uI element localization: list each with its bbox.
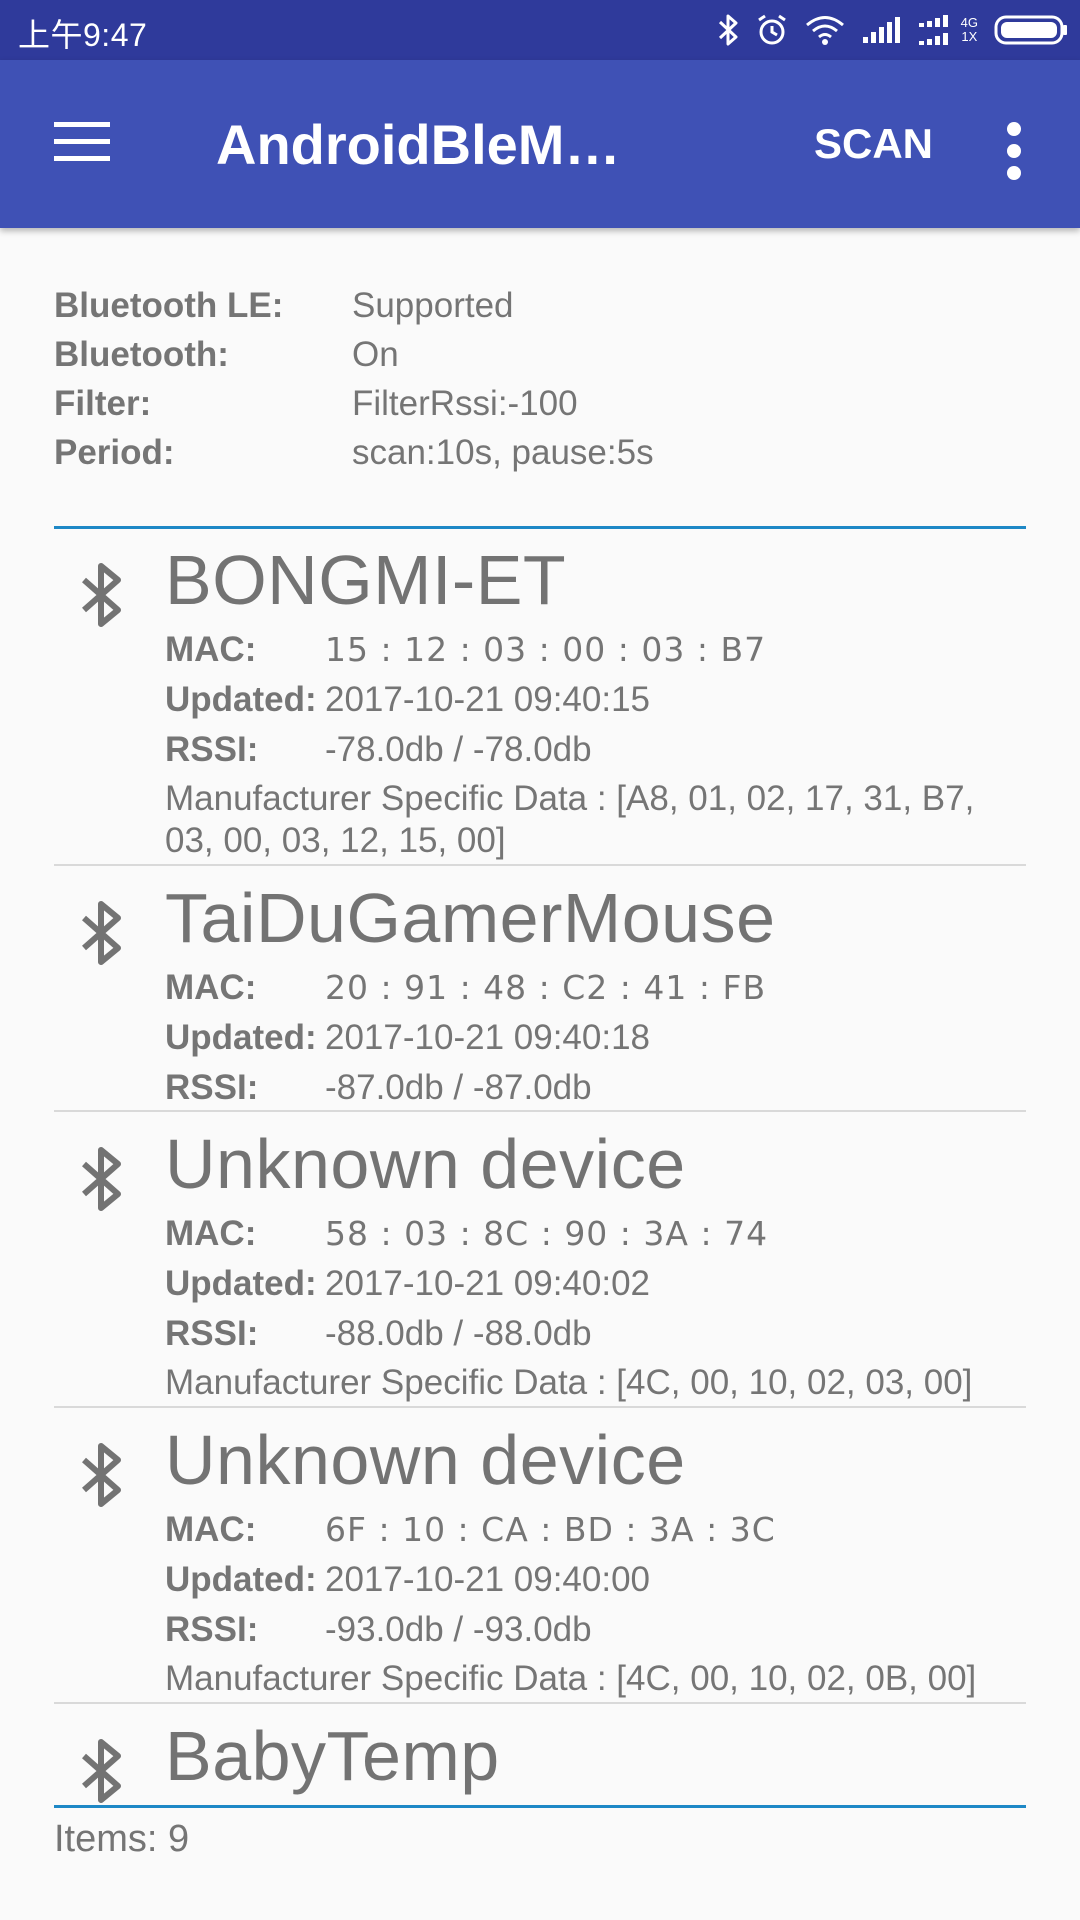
rssi-label: RSSI: [165, 1314, 259, 1353]
mac-value: 20 : 91 : 48 : C2 : 41 : FB [325, 968, 767, 1007]
bluetooth-icon [80, 1440, 124, 1515]
mac-label: MAC: [165, 630, 257, 669]
manufacturer-data: Manufacturer Specific Data : [A8, 01, 02… [165, 779, 975, 860]
hamburger-menu-icon[interactable] [50, 118, 116, 168]
info-label: Bluetooth: [54, 335, 229, 374]
list-divider [54, 1406, 1026, 1408]
updated-value: 2017-10-21 09:40:15 [325, 680, 650, 719]
list-top-divider [54, 526, 1026, 529]
mac-value: 15 : 12 : 03 : 00 : 03 : B7 [325, 630, 767, 669]
info-value: On [352, 335, 399, 374]
rssi-label: RSSI: [165, 1068, 259, 1107]
mac-label: MAC: [165, 1510, 257, 1549]
scan-button[interactable]: SCAN [814, 120, 933, 168]
app-title: AndroidBleM… [216, 113, 621, 176]
updated-value: 2017-10-21 09:40:00 [325, 1560, 650, 1599]
manufacturer-data: Manufacturer Specific Data : [4C, 00, 10… [165, 1659, 977, 1698]
updated-value: 2017-10-21 09:40:18 [325, 1018, 650, 1057]
list-divider [54, 1702, 1026, 1704]
rssi-value: -78.0db / -78.0db [325, 730, 592, 769]
device-name: BONGMI-ET [165, 541, 567, 619]
device-name: BabyTemp [165, 1717, 500, 1795]
battery-icon [994, 14, 1068, 46]
info-value: Supported [352, 286, 514, 325]
updated-label: Updated: [165, 1560, 317, 1599]
info-label: Filter: [54, 384, 152, 423]
mac-label: MAC: [165, 1214, 257, 1253]
signal-icon [861, 15, 901, 45]
status-time: 上午9:47 [18, 17, 148, 53]
items-count: Items: 9 [54, 1818, 190, 1860]
wifi-icon [805, 14, 845, 46]
mac-value: 58 : 03 : 8C : 90 : 3A : 74 [325, 1214, 769, 1253]
updated-value: 2017-10-21 09:40:02 [325, 1264, 650, 1303]
device-name: Unknown device [165, 1421, 686, 1499]
list-bottom-divider [54, 1805, 1026, 1808]
rssi-value: -87.0db / -87.0db [325, 1068, 592, 1107]
rssi-label: RSSI: [165, 1610, 259, 1649]
device-name: Unknown device [165, 1125, 686, 1203]
info-label: Period: [54, 433, 175, 472]
rssi-label: RSSI: [165, 730, 259, 769]
more-vert-icon[interactable] [1000, 116, 1030, 180]
info-value: scan:10s, pause:5s [352, 433, 654, 472]
list-divider [54, 864, 1026, 866]
mac-label: MAC: [165, 968, 257, 1007]
app-bar: AndroidBleM… SCAN [0, 60, 1080, 228]
rssi-value: -88.0db / -88.0db [325, 1314, 592, 1353]
bluetooth-icon [80, 1736, 124, 1806]
bluetooth-icon [717, 13, 739, 47]
rssi-value: -93.0db / -93.0db [325, 1610, 592, 1649]
alarm-icon [755, 13, 789, 47]
status-bar: 上午9:47 4G 1X [0, 0, 1080, 60]
updated-label: Updated: [165, 1264, 317, 1303]
bluetooth-icon [80, 560, 124, 635]
device-name: TaiDuGamerMouse [165, 879, 776, 957]
updated-label: Updated: [165, 680, 317, 719]
updated-label: Updated: [165, 1018, 317, 1057]
manufacturer-data: Manufacturer Specific Data : [4C, 00, 10… [165, 1363, 973, 1402]
dual-signal-icon: 4G 1X [917, 13, 978, 47]
list-divider [54, 1110, 1026, 1112]
info-value: FilterRssi:-100 [352, 384, 578, 423]
network-type-bottom: 1X [961, 29, 978, 44]
device-list-item[interactable]: BabyTemp [0, 1706, 1080, 1806]
bluetooth-icon [80, 1144, 124, 1219]
bluetooth-icon [80, 898, 124, 973]
mac-value: 6F : 10 : CA : BD : 3A : 3C [325, 1510, 776, 1549]
status-icons: 4G 1X [717, 8, 1068, 52]
info-label: Bluetooth LE: [54, 286, 284, 325]
network-type-top: 4G [960, 15, 978, 30]
